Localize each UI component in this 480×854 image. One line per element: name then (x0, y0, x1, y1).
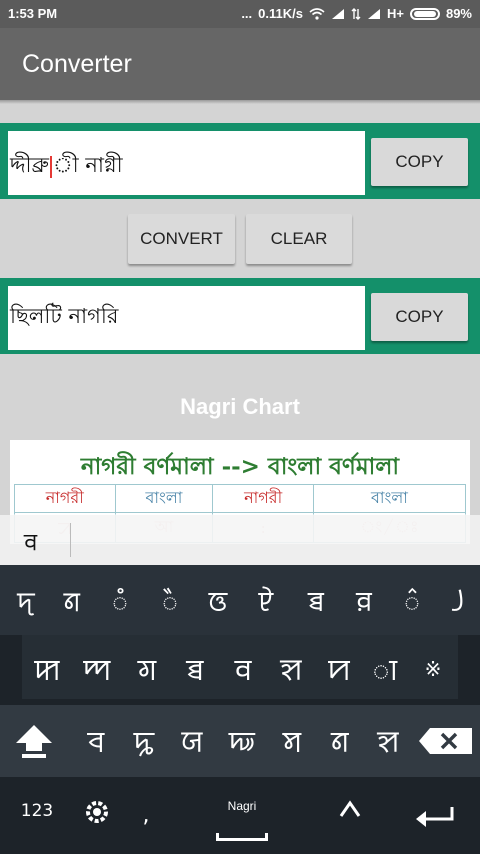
key[interactable]: ꠌ (76, 723, 116, 761)
chart-title: Nagri Chart (180, 394, 300, 419)
output-row: ছিলটি নাগরি COPY (0, 278, 480, 354)
status-bar: 1:53 PM ... 0.11K/s H+ 89% (0, 0, 480, 28)
status-icons: ... 0.11K/s H+ 89% (241, 6, 472, 21)
key[interactable]: ꠖ (6, 583, 46, 619)
space-bar[interactable]: Nagri (212, 777, 272, 854)
key[interactable]: ꠊ (296, 583, 336, 619)
key[interactable]: ꠏ (222, 723, 262, 761)
backspace-icon[interactable] (418, 727, 474, 755)
key[interactable]: ꠙ (316, 651, 362, 689)
key[interactable]: ꠅ (344, 583, 384, 619)
network-type: H+ (386, 6, 404, 21)
keyboard-row-2: ꠇ ꠈ ꠉ ꠊ ꠛ ꠡ ꠙ ꠣ ※ (0, 635, 480, 705)
battery-percent: 89% (445, 6, 472, 21)
chart-col-bangla-2: বাংলা (312, 484, 467, 513)
app-title: Converter (22, 50, 132, 78)
key[interactable]: ꠣ (362, 651, 408, 689)
key[interactable]: ꠃ (198, 583, 238, 619)
key[interactable]: ꠄ (246, 583, 286, 619)
keyboard-row-3: ꠌ ꠍ ꠎ ꠏ ꠝ ꠘ ꠡ (0, 705, 480, 777)
chart-header-row: নাগরী বাংলা নাগরী বাংলা (14, 484, 467, 513)
text-cursor (50, 155, 52, 178)
shift-icon[interactable] (14, 723, 54, 759)
signal-icon (331, 8, 344, 19)
key[interactable]: ꠆ (392, 583, 432, 619)
output-field[interactable]: ছিলটি নাগরি (8, 286, 365, 350)
input-text-before-cursor: দ্দীব্রু (10, 153, 49, 177)
convert-button[interactable]: CONVERT (128, 214, 235, 264)
key[interactable]: ꠂ (150, 583, 190, 619)
status-time: 1:53 PM (8, 6, 58, 21)
app-bar: Converter (0, 28, 480, 100)
key[interactable]: ꠋ (100, 583, 140, 619)
chart-col-bangla: বাংলা (114, 484, 214, 513)
key[interactable]: ꠸ (440, 583, 480, 617)
keyboard: ꠖ ꠘ ꠋ ꠂ ꠃ ꠄ ꠊ ꠅ ꠆ ꠸ ꠇ ꠈ ꠉ ꠊ ꠛ ꠡ ꠙ ꠣ ※ ꠌ … (0, 565, 480, 854)
key[interactable]: ꠍ (124, 723, 164, 761)
chart-col-nagri: নাগরী (14, 484, 116, 513)
suggestion-divider (70, 523, 71, 557)
app-bar-shadow (0, 100, 480, 104)
clear-button[interactable]: CLEAR (246, 214, 352, 264)
key[interactable]: ꠊ (172, 651, 218, 689)
suggestion-word[interactable]: ꠛ (24, 527, 37, 557)
input-text-after-cursor: ী নাগ্নী (53, 153, 123, 177)
key[interactable]: ꠡ (368, 723, 408, 761)
key[interactable]: ꠛ (220, 651, 266, 689)
space-icon (216, 833, 268, 841)
space-bar-label: Nagri (227, 799, 257, 813)
key[interactable]: ꠝ (272, 723, 312, 761)
signal-icon-2 (367, 8, 380, 19)
key[interactable]: ꠉ (124, 651, 170, 689)
input-row: দ্দীব্রুী নাগ্নী COPY (0, 123, 480, 199)
keyboard-row-4: 123 , Nagri (0, 777, 480, 854)
key-special[interactable]: ※ (410, 657, 456, 681)
caret-up-icon[interactable] (338, 799, 362, 819)
key[interactable]: ꠘ (52, 583, 92, 619)
key[interactable]: ꠈ (74, 651, 120, 689)
chart-col-nagri-2: নাগরী (212, 484, 314, 513)
key[interactable]: ꠎ (172, 723, 212, 761)
key[interactable]: ꠘ (320, 723, 360, 761)
copy-output-button[interactable]: COPY (371, 293, 468, 341)
comma-key[interactable]: , (136, 803, 156, 828)
battery-icon (409, 7, 440, 20)
key[interactable]: ꠡ (268, 651, 314, 689)
network-speed: 0.11K/s (258, 6, 303, 21)
numbers-key[interactable]: 123 (14, 801, 60, 821)
wifi-icon (309, 7, 325, 20)
enter-icon[interactable] (414, 805, 456, 829)
copy-input-button[interactable]: COPY (371, 138, 468, 186)
key[interactable]: ꠇ (24, 651, 70, 689)
notification-dots: ... (241, 6, 253, 21)
keyboard-row-1: ꠖ ꠘ ꠋ ꠂ ꠃ ꠄ ꠊ ꠅ ꠆ ꠸ (0, 565, 480, 635)
chart-heading: নাগরী বর্ণমালা --> বাংলা বর্ণমালা (80, 453, 400, 480)
input-field[interactable]: দ্দীব্রুী নাগ্নী (8, 131, 365, 195)
settings-gear-icon[interactable] (84, 799, 110, 825)
suggestion-strip: ꠛ (0, 515, 480, 565)
data-arrows-icon (351, 7, 361, 20)
